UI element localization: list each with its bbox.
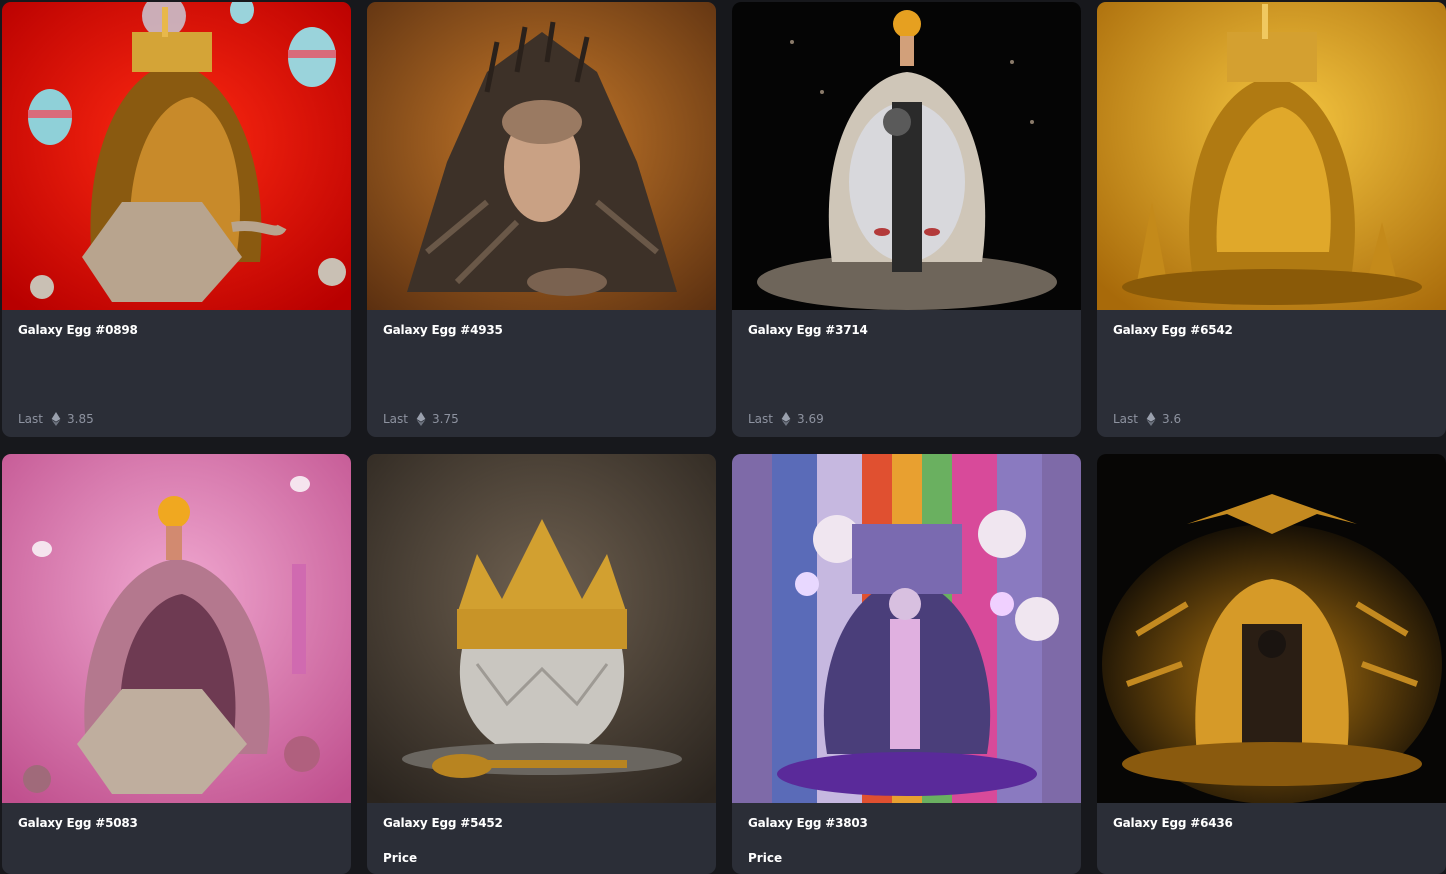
nft-image[interactable] bbox=[2, 2, 351, 310]
last-sale-label: Last bbox=[1113, 412, 1138, 426]
nft-image[interactable] bbox=[367, 454, 716, 803]
nft-card[interactable]: Galaxy Egg #5083 bbox=[2, 454, 351, 874]
nft-image[interactable] bbox=[1097, 454, 1446, 803]
ethereum-icon bbox=[1146, 412, 1156, 426]
ethereum-icon bbox=[51, 412, 61, 426]
nft-title: Galaxy Egg #4935 bbox=[383, 323, 503, 337]
last-sale: Last 3.6 bbox=[1113, 412, 1181, 426]
nft-card[interactable]: Galaxy Egg #3714 Last 3.69 bbox=[732, 2, 1081, 437]
nft-card[interactable]: Galaxy Egg #6436 bbox=[1097, 454, 1446, 874]
nft-image[interactable] bbox=[732, 454, 1081, 803]
nft-card[interactable]: Galaxy Egg #4935 Last 3.75 bbox=[367, 2, 716, 437]
last-sale-value: 3.75 bbox=[432, 412, 459, 426]
ethereum-icon bbox=[416, 412, 426, 426]
last-sale: Last 3.75 bbox=[383, 412, 459, 426]
price-label: Price bbox=[383, 851, 418, 865]
last-sale-value: 3.69 bbox=[797, 412, 824, 426]
nft-card[interactable]: Galaxy Egg #0898 Last 3.85 bbox=[2, 2, 351, 437]
last-sale-label: Last bbox=[748, 412, 773, 426]
nft-title: Galaxy Egg #6436 bbox=[1113, 816, 1233, 830]
nft-image[interactable] bbox=[367, 2, 716, 310]
nft-card[interactable]: Galaxy Egg #3803 Price bbox=[732, 454, 1081, 874]
nft-title: Galaxy Egg #0898 bbox=[18, 323, 138, 337]
last-sale: Last 3.69 bbox=[748, 412, 824, 426]
last-sale-label: Last bbox=[18, 412, 43, 426]
last-sale-label: Last bbox=[383, 412, 408, 426]
nft-image[interactable] bbox=[1097, 2, 1446, 310]
last-sale-value: 3.85 bbox=[67, 412, 94, 426]
nft-title: Galaxy Egg #3803 bbox=[748, 816, 868, 830]
nft-image[interactable] bbox=[732, 2, 1081, 310]
ethereum-icon bbox=[781, 412, 791, 426]
last-sale-value: 3.6 bbox=[1162, 412, 1182, 426]
nft-title: Galaxy Egg #6542 bbox=[1113, 323, 1233, 337]
nft-card[interactable]: Galaxy Egg #6542 Last 3.6 bbox=[1097, 2, 1446, 437]
price-label: Price bbox=[748, 851, 783, 865]
nft-title: Galaxy Egg #5083 bbox=[18, 816, 138, 830]
nft-image[interactable] bbox=[2, 454, 351, 803]
nft-title: Galaxy Egg #5452 bbox=[383, 816, 503, 830]
nft-card[interactable]: Galaxy Egg #5452 Price bbox=[367, 454, 716, 874]
nft-title: Galaxy Egg #3714 bbox=[748, 323, 868, 337]
last-sale: Last 3.85 bbox=[18, 412, 94, 426]
